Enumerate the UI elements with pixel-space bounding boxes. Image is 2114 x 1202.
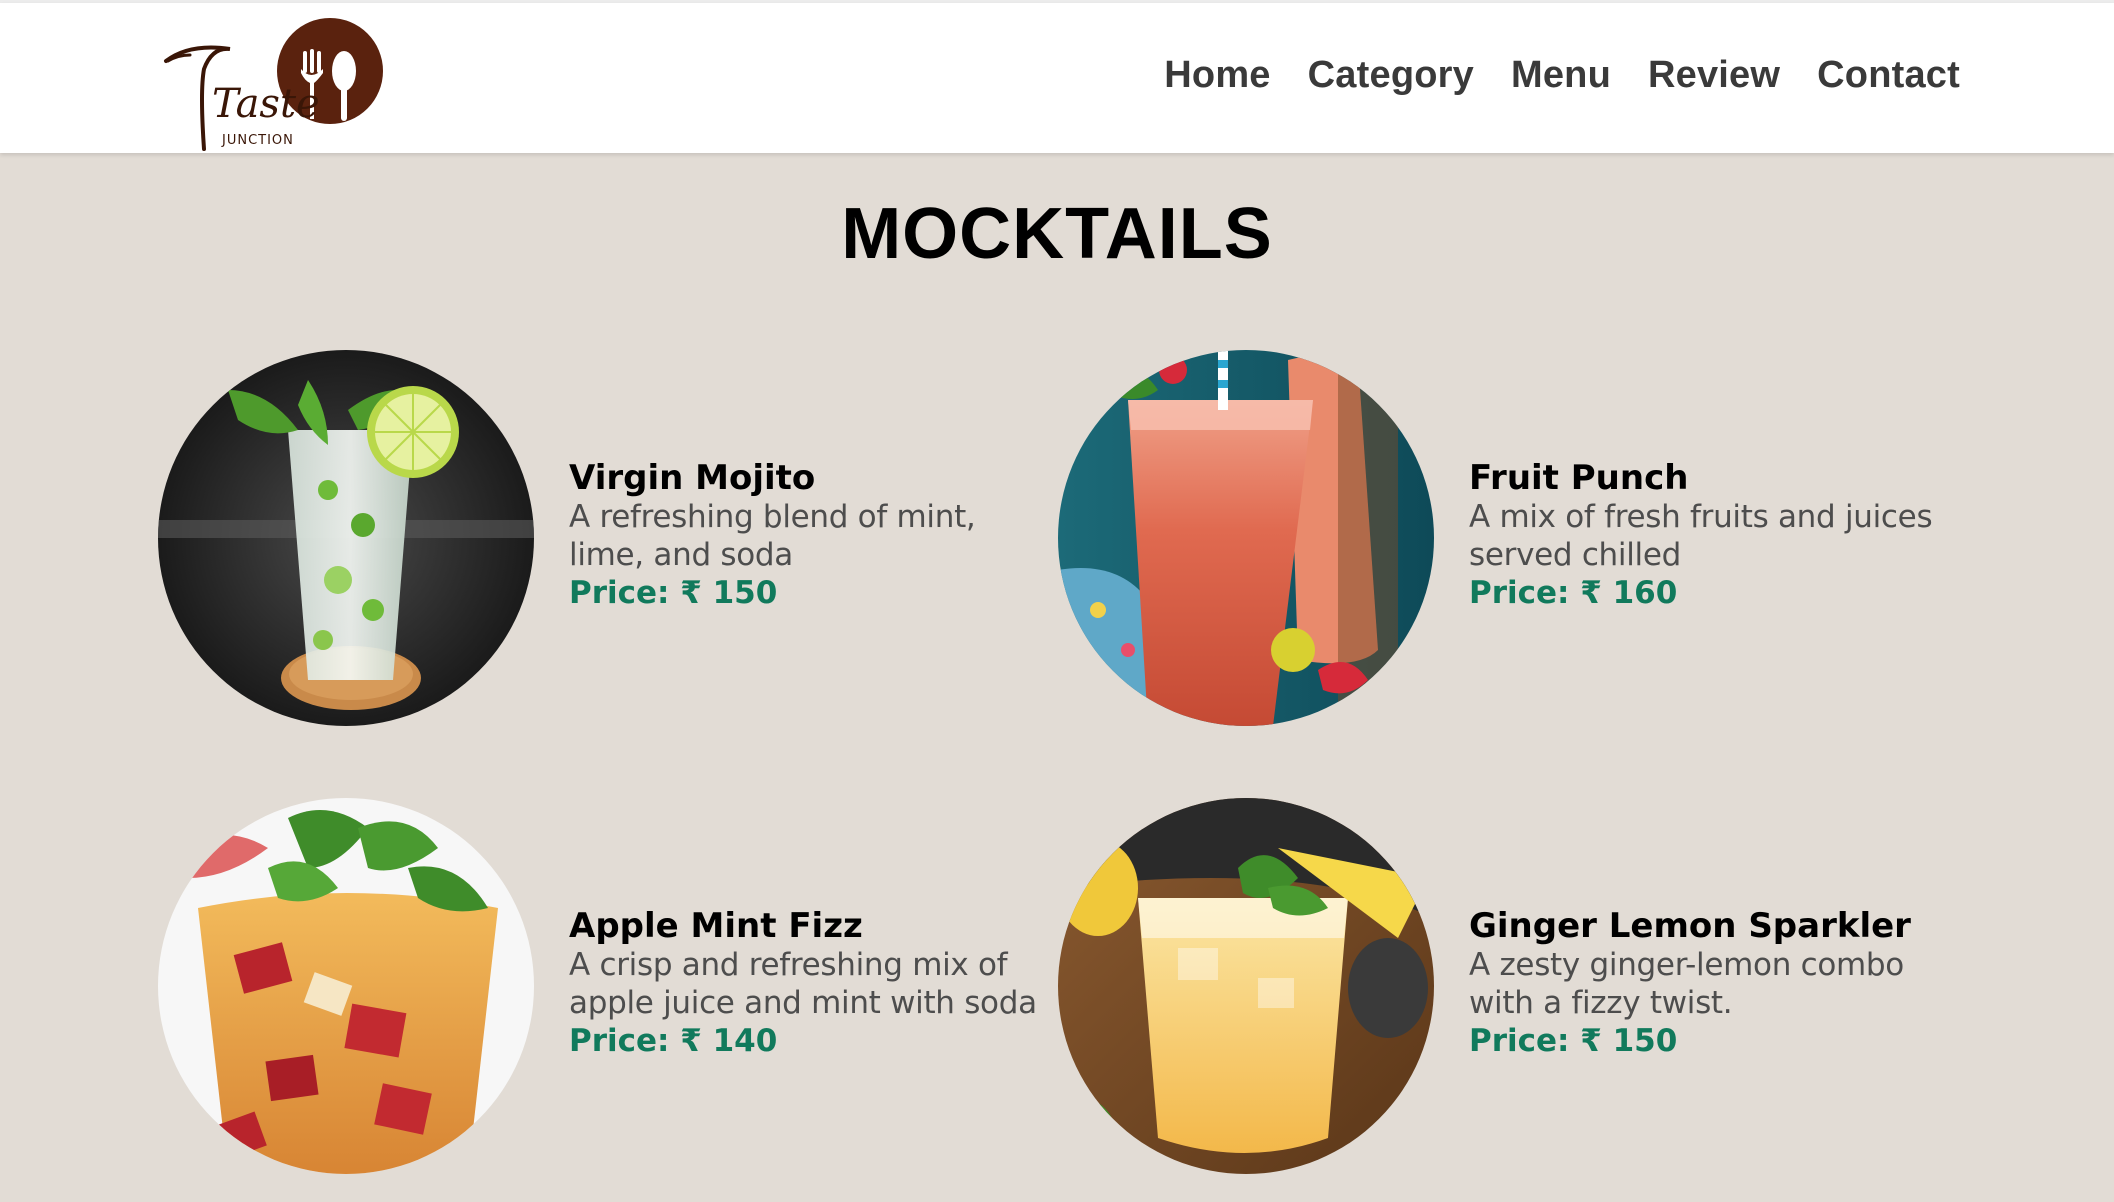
page-title: MOCKTAILS [841, 194, 1273, 274]
menu-item-card[interactable]: Fruit Punch A mix of fresh fruits and ju… [1058, 350, 1958, 730]
menu-item-card[interactable]: Virgin Mojito A refreshing blend of mint… [158, 350, 1058, 730]
menu-item-description: A crisp and refreshing mix of apple juic… [569, 947, 1037, 1021]
menu-item-card[interactable]: Apple Mint Fizz A crisp and refreshing m… [158, 798, 1058, 1178]
menu-item-name: Ginger Lemon Sparkler [1469, 906, 1911, 946]
menu-item-info: Apple Mint Fizz A crisp and refreshing m… [569, 906, 1049, 1060]
nav-contact[interactable]: Contact [1817, 53, 1960, 97]
menu-item-price: Price: ₹ 150 [1469, 1023, 1678, 1059]
menu-item-name: Virgin Mojito [569, 458, 816, 498]
fruit-punch-photo [1058, 350, 1434, 726]
nav-review[interactable]: Review [1648, 53, 1780, 97]
menu-item-name: Fruit Punch [1469, 458, 1689, 498]
menu-item-price: Price: ₹ 140 [569, 1023, 778, 1059]
menu-item-price: Price: ₹ 150 [569, 575, 778, 611]
logo-subtext: JUNCTION [221, 133, 294, 148]
virgin-mojito-photo [158, 350, 534, 726]
nav-category[interactable]: Category [1308, 53, 1474, 97]
taste-junction-logo[interactable]: Taste JUNCTION [160, 9, 390, 151]
menu-item-description: A mix of fresh fruits and juices served … [1469, 499, 1933, 573]
nav-home[interactable]: Home [1164, 53, 1270, 97]
menu-item-description: A refreshing blend of mint, lime, and so… [569, 499, 976, 573]
site-header: Taste JUNCTION Home Category Menu Review… [0, 3, 2114, 153]
ginger-lemon-sparkler-photo [1058, 798, 1434, 1174]
menu-item-info: Ginger Lemon Sparkler A zesty ginger-lem… [1469, 906, 1949, 1060]
nav-menu[interactable]: Menu [1511, 53, 1611, 97]
menu-item-card[interactable]: Ginger Lemon Sparkler A zesty ginger-lem… [1058, 798, 1958, 1178]
menu-item-info: Fruit Punch A mix of fresh fruits and ju… [1469, 458, 1949, 612]
logo-wordmark: Taste [212, 81, 320, 127]
main-nav: Home Category Menu Review Contact [1164, 53, 1960, 97]
menu-item-name: Apple Mint Fizz [569, 906, 863, 946]
apple-mint-fizz-photo [158, 798, 534, 1174]
menu-item-price: Price: ₹ 160 [1469, 575, 1678, 611]
menu-item-description: A zesty ginger-lemon combo with a fizzy … [1469, 947, 1904, 1021]
menu-item-info: Virgin Mojito A refreshing blend of mint… [569, 458, 1049, 612]
